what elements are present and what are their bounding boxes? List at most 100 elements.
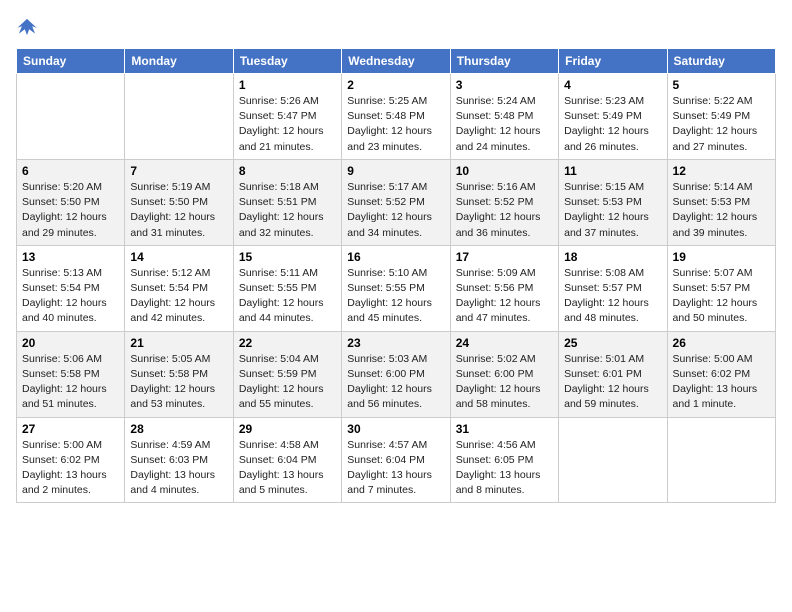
day-number: 4 <box>564 78 661 92</box>
day-number: 13 <box>22 250 119 264</box>
day-info: Sunrise: 5:04 AM Sunset: 5:59 PM Dayligh… <box>239 352 336 413</box>
calendar-header-row: SundayMondayTuesdayWednesdayThursdayFrid… <box>17 49 776 74</box>
day-number: 14 <box>130 250 227 264</box>
calendar-cell: 4 Sunrise: 5:23 AM Sunset: 5:49 PM Daylig… <box>559 74 667 160</box>
calendar-cell <box>125 74 233 160</box>
calendar-table: SundayMondayTuesdayWednesdayThursdayFrid… <box>16 48 776 503</box>
day-number: 20 <box>22 336 119 350</box>
day-info: Sunrise: 5:08 AM Sunset: 5:57 PM Dayligh… <box>564 266 661 327</box>
calendar-cell: 31 Sunrise: 4:56 AM Sunset: 6:05 PM Dayli… <box>450 417 558 503</box>
day-info: Sunrise: 5:07 AM Sunset: 5:57 PM Dayligh… <box>673 266 770 327</box>
page-header <box>16 16 776 38</box>
day-info: Sunrise: 4:59 AM Sunset: 6:03 PM Dayligh… <box>130 438 227 499</box>
logo-bird-icon <box>16 16 38 38</box>
calendar-cell: 7 Sunrise: 5:19 AM Sunset: 5:50 PM Daylig… <box>125 159 233 245</box>
calendar-cell: 14 Sunrise: 5:12 AM Sunset: 5:54 PM Dayli… <box>125 245 233 331</box>
day-info: Sunrise: 5:17 AM Sunset: 5:52 PM Dayligh… <box>347 180 444 241</box>
calendar-cell: 24Sunrise: 5:02 AM Sunset: 6:00 PM Dayli… <box>450 331 558 417</box>
day-number: 16 <box>347 250 444 264</box>
calendar-cell: 30 Sunrise: 4:57 AM Sunset: 6:04 PM Dayli… <box>342 417 450 503</box>
column-header-monday: Monday <box>125 49 233 74</box>
calendar-cell: 22 Sunrise: 5:04 AM Sunset: 5:59 PM Dayli… <box>233 331 341 417</box>
calendar-week-row: 1 Sunrise: 5:26 AM Sunset: 5:47 PM Daylig… <box>17 74 776 160</box>
calendar-cell: 15 Sunrise: 5:11 AM Sunset: 5:55 PM Dayli… <box>233 245 341 331</box>
calendar-cell: 28 Sunrise: 4:59 AM Sunset: 6:03 PM Dayli… <box>125 417 233 503</box>
day-number: 27 <box>22 422 119 436</box>
calendar-cell: 10 Sunrise: 5:16 AM Sunset: 5:52 PM Dayli… <box>450 159 558 245</box>
calendar-cell: 5 Sunrise: 5:22 AM Sunset: 5:49 PM Daylig… <box>667 74 775 160</box>
day-number: 26 <box>673 336 770 350</box>
day-info: Sunrise: 5:10 AM Sunset: 5:55 PM Dayligh… <box>347 266 444 327</box>
day-number: 25 <box>564 336 661 350</box>
day-number: 29 <box>239 422 336 436</box>
calendar-cell: 20 Sunrise: 5:06 AM Sunset: 5:58 PM Dayli… <box>17 331 125 417</box>
day-info: Sunrise: 5:20 AM Sunset: 5:50 PM Dayligh… <box>22 180 119 241</box>
day-number: 21 <box>130 336 227 350</box>
day-info: Sunrise: 5:03 AM Sunset: 6:00 PM Dayligh… <box>347 352 444 413</box>
calendar-week-row: 6 Sunrise: 5:20 AM Sunset: 5:50 PM Daylig… <box>17 159 776 245</box>
calendar-cell: 27 Sunrise: 5:00 AM Sunset: 6:02 PM Dayli… <box>17 417 125 503</box>
column-header-thursday: Thursday <box>450 49 558 74</box>
day-info: Sunrise: 5:25 AM Sunset: 5:48 PM Dayligh… <box>347 94 444 155</box>
calendar-cell: 17Sunrise: 5:09 AM Sunset: 5:56 PM Dayli… <box>450 245 558 331</box>
day-info: Sunrise: 5:05 AM Sunset: 5:58 PM Dayligh… <box>130 352 227 413</box>
day-info: Sunrise: 5:18 AM Sunset: 5:51 PM Dayligh… <box>239 180 336 241</box>
day-info: Sunrise: 5:13 AM Sunset: 5:54 PM Dayligh… <box>22 266 119 327</box>
calendar-cell: 29Sunrise: 4:58 AM Sunset: 6:04 PM Dayli… <box>233 417 341 503</box>
day-number: 1 <box>239 78 336 92</box>
day-info: Sunrise: 5:14 AM Sunset: 5:53 PM Dayligh… <box>673 180 770 241</box>
day-info: Sunrise: 5:12 AM Sunset: 5:54 PM Dayligh… <box>130 266 227 327</box>
day-info: Sunrise: 5:16 AM Sunset: 5:52 PM Dayligh… <box>456 180 553 241</box>
day-info: Sunrise: 5:01 AM Sunset: 6:01 PM Dayligh… <box>564 352 661 413</box>
calendar-cell: 13 Sunrise: 5:13 AM Sunset: 5:54 PM Dayli… <box>17 245 125 331</box>
calendar-cell: 23 Sunrise: 5:03 AM Sunset: 6:00 PM Dayli… <box>342 331 450 417</box>
calendar-cell: 21 Sunrise: 5:05 AM Sunset: 5:58 PM Dayli… <box>125 331 233 417</box>
calendar-cell: 3Sunrise: 5:24 AM Sunset: 5:48 PM Daylig… <box>450 74 558 160</box>
day-info: Sunrise: 4:57 AM Sunset: 6:04 PM Dayligh… <box>347 438 444 499</box>
calendar-cell: 8 Sunrise: 5:18 AM Sunset: 5:51 PM Daylig… <box>233 159 341 245</box>
day-number: 6 <box>22 164 119 178</box>
calendar-cell: 25 Sunrise: 5:01 AM Sunset: 6:01 PM Dayli… <box>559 331 667 417</box>
day-number: 15 <box>239 250 336 264</box>
day-number: 24 <box>456 336 553 350</box>
calendar-cell <box>667 417 775 503</box>
day-info: Sunrise: 5:24 AM Sunset: 5:48 PM Dayligh… <box>456 94 553 155</box>
day-info: Sunrise: 5:09 AM Sunset: 5:56 PM Dayligh… <box>456 266 553 327</box>
day-number: 23 <box>347 336 444 350</box>
day-info: Sunrise: 5:23 AM Sunset: 5:49 PM Dayligh… <box>564 94 661 155</box>
calendar-cell: 16 Sunrise: 5:10 AM Sunset: 5:55 PM Dayli… <box>342 245 450 331</box>
calendar-week-row: 27 Sunrise: 5:00 AM Sunset: 6:02 PM Dayli… <box>17 417 776 503</box>
calendar-cell: 6 Sunrise: 5:20 AM Sunset: 5:50 PM Daylig… <box>17 159 125 245</box>
calendar-cell: 9 Sunrise: 5:17 AM Sunset: 5:52 PM Daylig… <box>342 159 450 245</box>
day-number: 31 <box>456 422 553 436</box>
day-number: 19 <box>673 250 770 264</box>
day-info: Sunrise: 5:22 AM Sunset: 5:49 PM Dayligh… <box>673 94 770 155</box>
column-header-wednesday: Wednesday <box>342 49 450 74</box>
calendar-cell: 12 Sunrise: 5:14 AM Sunset: 5:53 PM Dayli… <box>667 159 775 245</box>
day-info: Sunrise: 5:06 AM Sunset: 5:58 PM Dayligh… <box>22 352 119 413</box>
day-info: Sunrise: 5:19 AM Sunset: 5:50 PM Dayligh… <box>130 180 227 241</box>
column-header-sunday: Sunday <box>17 49 125 74</box>
day-number: 11 <box>564 164 661 178</box>
calendar-week-row: 13 Sunrise: 5:13 AM Sunset: 5:54 PM Dayli… <box>17 245 776 331</box>
day-number: 22 <box>239 336 336 350</box>
day-number: 18 <box>564 250 661 264</box>
day-info: Sunrise: 4:56 AM Sunset: 6:05 PM Dayligh… <box>456 438 553 499</box>
day-number: 7 <box>130 164 227 178</box>
logo <box>16 16 42 38</box>
column-header-friday: Friday <box>559 49 667 74</box>
day-number: 8 <box>239 164 336 178</box>
day-number: 9 <box>347 164 444 178</box>
day-number: 30 <box>347 422 444 436</box>
day-number: 2 <box>347 78 444 92</box>
calendar-cell: 18 Sunrise: 5:08 AM Sunset: 5:57 PM Dayli… <box>559 245 667 331</box>
calendar-cell <box>559 417 667 503</box>
calendar-cell: 26Sunrise: 5:00 AM Sunset: 6:02 PM Dayli… <box>667 331 775 417</box>
day-info: Sunrise: 5:26 AM Sunset: 5:47 PM Dayligh… <box>239 94 336 155</box>
day-info: Sunrise: 5:00 AM Sunset: 6:02 PM Dayligh… <box>22 438 119 499</box>
day-number: 28 <box>130 422 227 436</box>
day-info: Sunrise: 5:11 AM Sunset: 5:55 PM Dayligh… <box>239 266 336 327</box>
day-number: 10 <box>456 164 553 178</box>
day-number: 5 <box>673 78 770 92</box>
day-number: 12 <box>673 164 770 178</box>
